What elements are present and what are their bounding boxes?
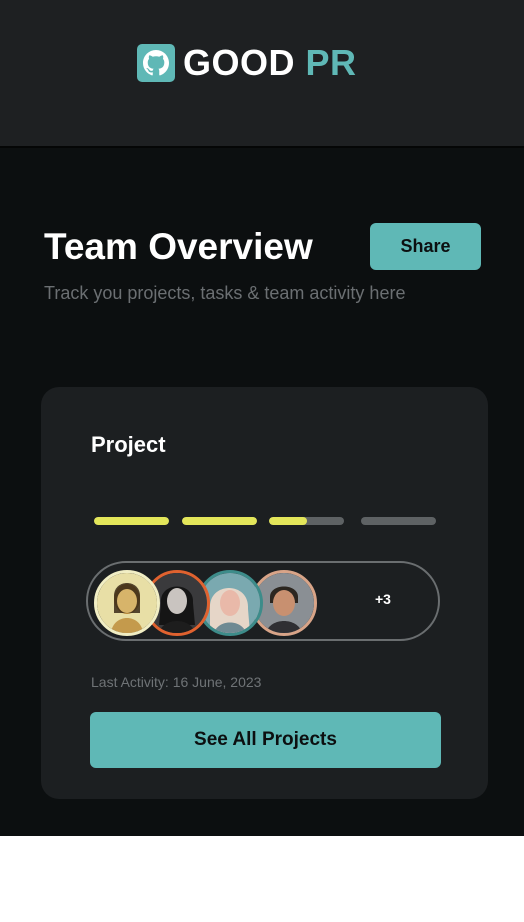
- progress-segment-2: [182, 517, 257, 525]
- github-icon: [137, 44, 175, 82]
- team-avatars[interactable]: +3: [86, 561, 440, 641]
- page-title: Team Overview: [44, 226, 313, 267]
- progress-segment-3: [269, 517, 344, 525]
- last-activity: Last Activity: 16 June, 2023: [91, 674, 262, 690]
- share-button[interactable]: Share: [370, 223, 481, 270]
- progress-segment-1: [94, 517, 169, 525]
- brand-word-2: PR: [305, 42, 357, 83]
- progress-segment-4: [361, 517, 436, 525]
- page-subtitle: Track you projects, tasks & team activit…: [44, 283, 406, 303]
- see-all-projects-button[interactable]: See All Projects: [90, 712, 441, 768]
- avatar-1[interactable]: [94, 570, 160, 636]
- top-bar: GOOD PR: [0, 0, 524, 148]
- card-title: Project: [91, 432, 166, 457]
- brand-word-1: GOOD: [183, 42, 296, 83]
- project-card: Project +3 Last Activity: 16 June, 2023 …: [41, 387, 488, 799]
- more-members-count[interactable]: +3: [375, 591, 391, 607]
- brand-name: GOOD PR: [183, 44, 357, 82]
- brand-logo[interactable]: GOOD PR: [137, 44, 357, 82]
- app-screen: GOOD PR Team Overview Share Track you pr…: [0, 0, 524, 836]
